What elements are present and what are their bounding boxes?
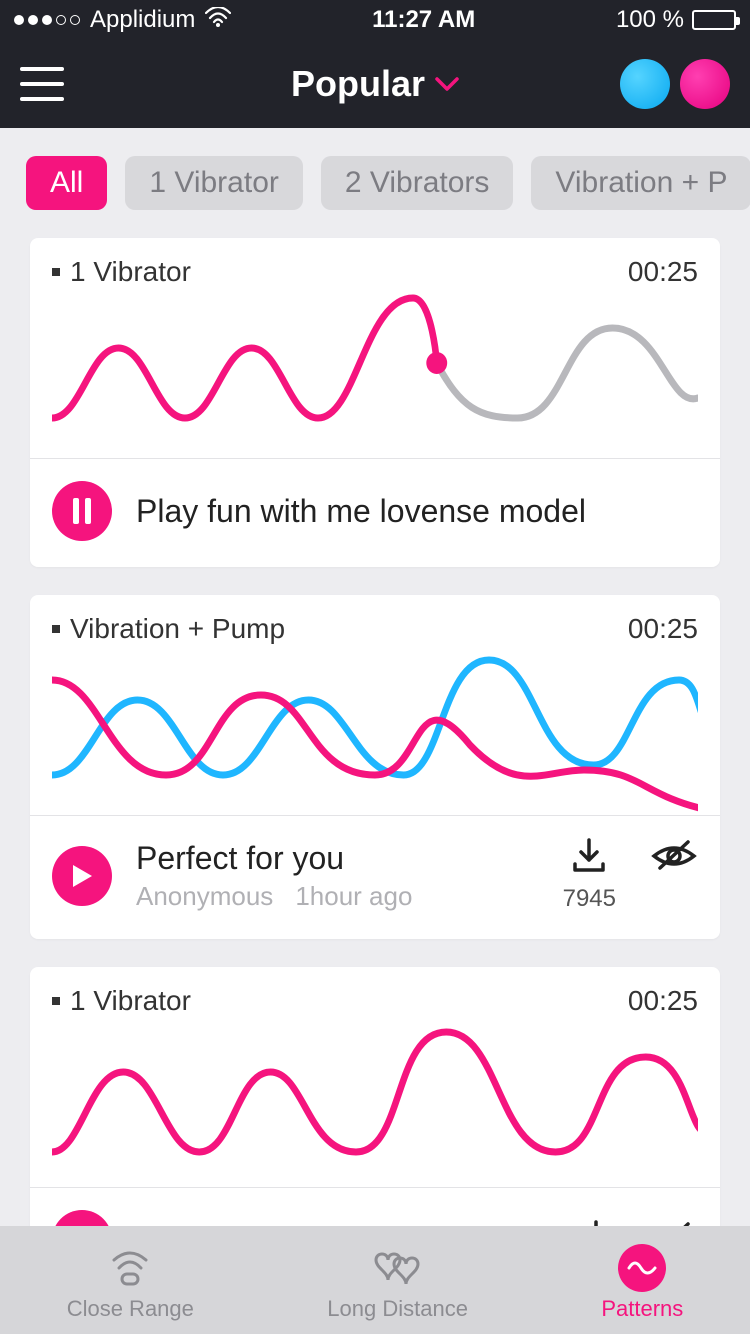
battery-icon xyxy=(692,10,736,30)
waveform-preview xyxy=(52,288,698,458)
pattern-type: Vibration + Pump xyxy=(70,613,285,645)
pattern-card[interactable]: 1 Vibrator 00:25 Play fun with me lovens… xyxy=(30,238,720,567)
signal-strength-icon xyxy=(14,15,80,25)
download-icon[interactable] xyxy=(569,838,609,879)
page-title[interactable]: Popular xyxy=(291,63,425,105)
menu-button[interactable] xyxy=(20,67,64,101)
device-indicator-pink[interactable] xyxy=(680,59,730,109)
waveform-preview xyxy=(52,645,698,815)
pattern-type: 1 Vibrator xyxy=(70,985,191,1017)
wifi-icon xyxy=(205,6,231,34)
bullet-icon xyxy=(52,268,60,276)
chip-1-vibrator[interactable]: 1 Vibrator xyxy=(125,156,303,210)
hide-icon[interactable] xyxy=(650,838,698,879)
pattern-title: Play fun with me lovense model xyxy=(136,493,698,530)
bullet-icon xyxy=(52,625,60,633)
tab-patterns[interactable]: Patterns xyxy=(601,1244,683,1322)
tab-label: Long Distance xyxy=(327,1296,468,1322)
patterns-icon xyxy=(618,1244,666,1292)
app-header: Popular xyxy=(0,40,750,128)
pattern-duration: 00:25 xyxy=(628,985,698,1017)
chip-all[interactable]: All xyxy=(26,156,107,210)
device-indicator-blue[interactable] xyxy=(620,59,670,109)
download-count: 7945 xyxy=(563,885,616,913)
status-time: 11:27 AM xyxy=(231,6,616,34)
carrier-label: Applidium xyxy=(90,6,195,34)
tab-bar: Close Range Long Distance Patterns xyxy=(0,1226,750,1334)
waveform-preview xyxy=(52,1017,698,1187)
pattern-duration: 00:25 xyxy=(628,613,698,645)
tab-label: Close Range xyxy=(67,1296,194,1322)
battery-percent: 100 % xyxy=(616,6,684,34)
pattern-title: Perfect for you xyxy=(136,840,539,877)
status-bar: Applidium 11:27 AM 100 % xyxy=(0,0,750,40)
pattern-card[interactable]: Vibration + Pump 00:25 Perfect for you A… xyxy=(30,595,720,939)
filter-chip-row[interactable]: All 1 Vibrator 2 Vibrators Vibration + P xyxy=(0,128,750,238)
play-button[interactable] xyxy=(52,846,112,906)
chip-2-vibrators[interactable]: 2 Vibrators xyxy=(321,156,514,210)
pattern-author: Anonymous xyxy=(136,881,273,912)
pattern-age: 1hour ago xyxy=(295,881,412,912)
pattern-list[interactable]: 1 Vibrator 00:25 Play fun with me lovens… xyxy=(0,238,750,1296)
chevron-down-icon[interactable] xyxy=(435,68,459,100)
tab-label: Patterns xyxy=(601,1296,683,1322)
tab-close-range[interactable]: Close Range xyxy=(67,1244,194,1322)
tab-long-distance[interactable]: Long Distance xyxy=(327,1244,468,1322)
pattern-type: 1 Vibrator xyxy=(70,256,191,288)
bullet-icon xyxy=(52,997,60,1005)
pause-button[interactable] xyxy=(52,481,112,541)
chip-vibration-pump[interactable]: Vibration + P xyxy=(531,156,750,210)
pattern-duration: 00:25 xyxy=(628,256,698,288)
close-range-icon xyxy=(104,1244,156,1292)
long-distance-icon xyxy=(370,1244,426,1292)
